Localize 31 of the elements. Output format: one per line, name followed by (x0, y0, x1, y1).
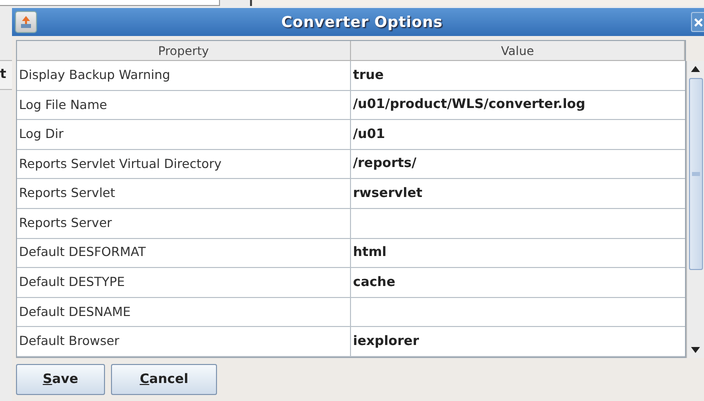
table-cell: Default DESTYPE (17, 268, 351, 297)
table-cell: Default Browser (17, 327, 351, 356)
window-title: Converter Options (280, 12, 444, 33)
app-icon (15, 11, 37, 33)
table-cell: Reports Server (17, 208, 351, 238)
table-cell-text: rwservlet (352, 184, 424, 203)
cancel-button[interactable]: Cancel (111, 364, 217, 395)
scroll-up-icon[interactable] (691, 66, 700, 72)
table-cell: Reports Servlet (17, 179, 351, 208)
table-cell: Log File Name (17, 90, 351, 120)
close-button[interactable] (691, 12, 704, 32)
column-header[interactable]: Property (17, 41, 351, 60)
table-cell-text: /u01 (352, 126, 386, 144)
table-cell: Display Backup Warning (17, 61, 351, 90)
close-icon (694, 18, 703, 26)
scroll-down-icon[interactable] (691, 347, 700, 353)
table-cell: Default DESFORMAT (17, 238, 351, 268)
table-cell: Default DESNAME (17, 298, 351, 326)
table-cell: Log Dir (17, 120, 351, 149)
table-cell: Reports Servlet Virtual Directory (17, 150, 351, 178)
save-button[interactable]: Save (16, 364, 105, 395)
table-cell-text: /u01/product/WLS/converter.log (352, 96, 586, 114)
table-cell-text: /reports/ (352, 155, 418, 174)
background-text: t (0, 66, 6, 84)
table-cell-text: cache (352, 274, 396, 292)
scrollbar[interactable] (686, 61, 704, 358)
scrollbar-thumb[interactable] (688, 78, 702, 270)
table-cell-text: iexplorer (352, 332, 420, 351)
table-cell-text: true (352, 66, 385, 85)
column-header[interactable]: Value (351, 41, 685, 60)
table-cell-text: html (352, 244, 388, 262)
